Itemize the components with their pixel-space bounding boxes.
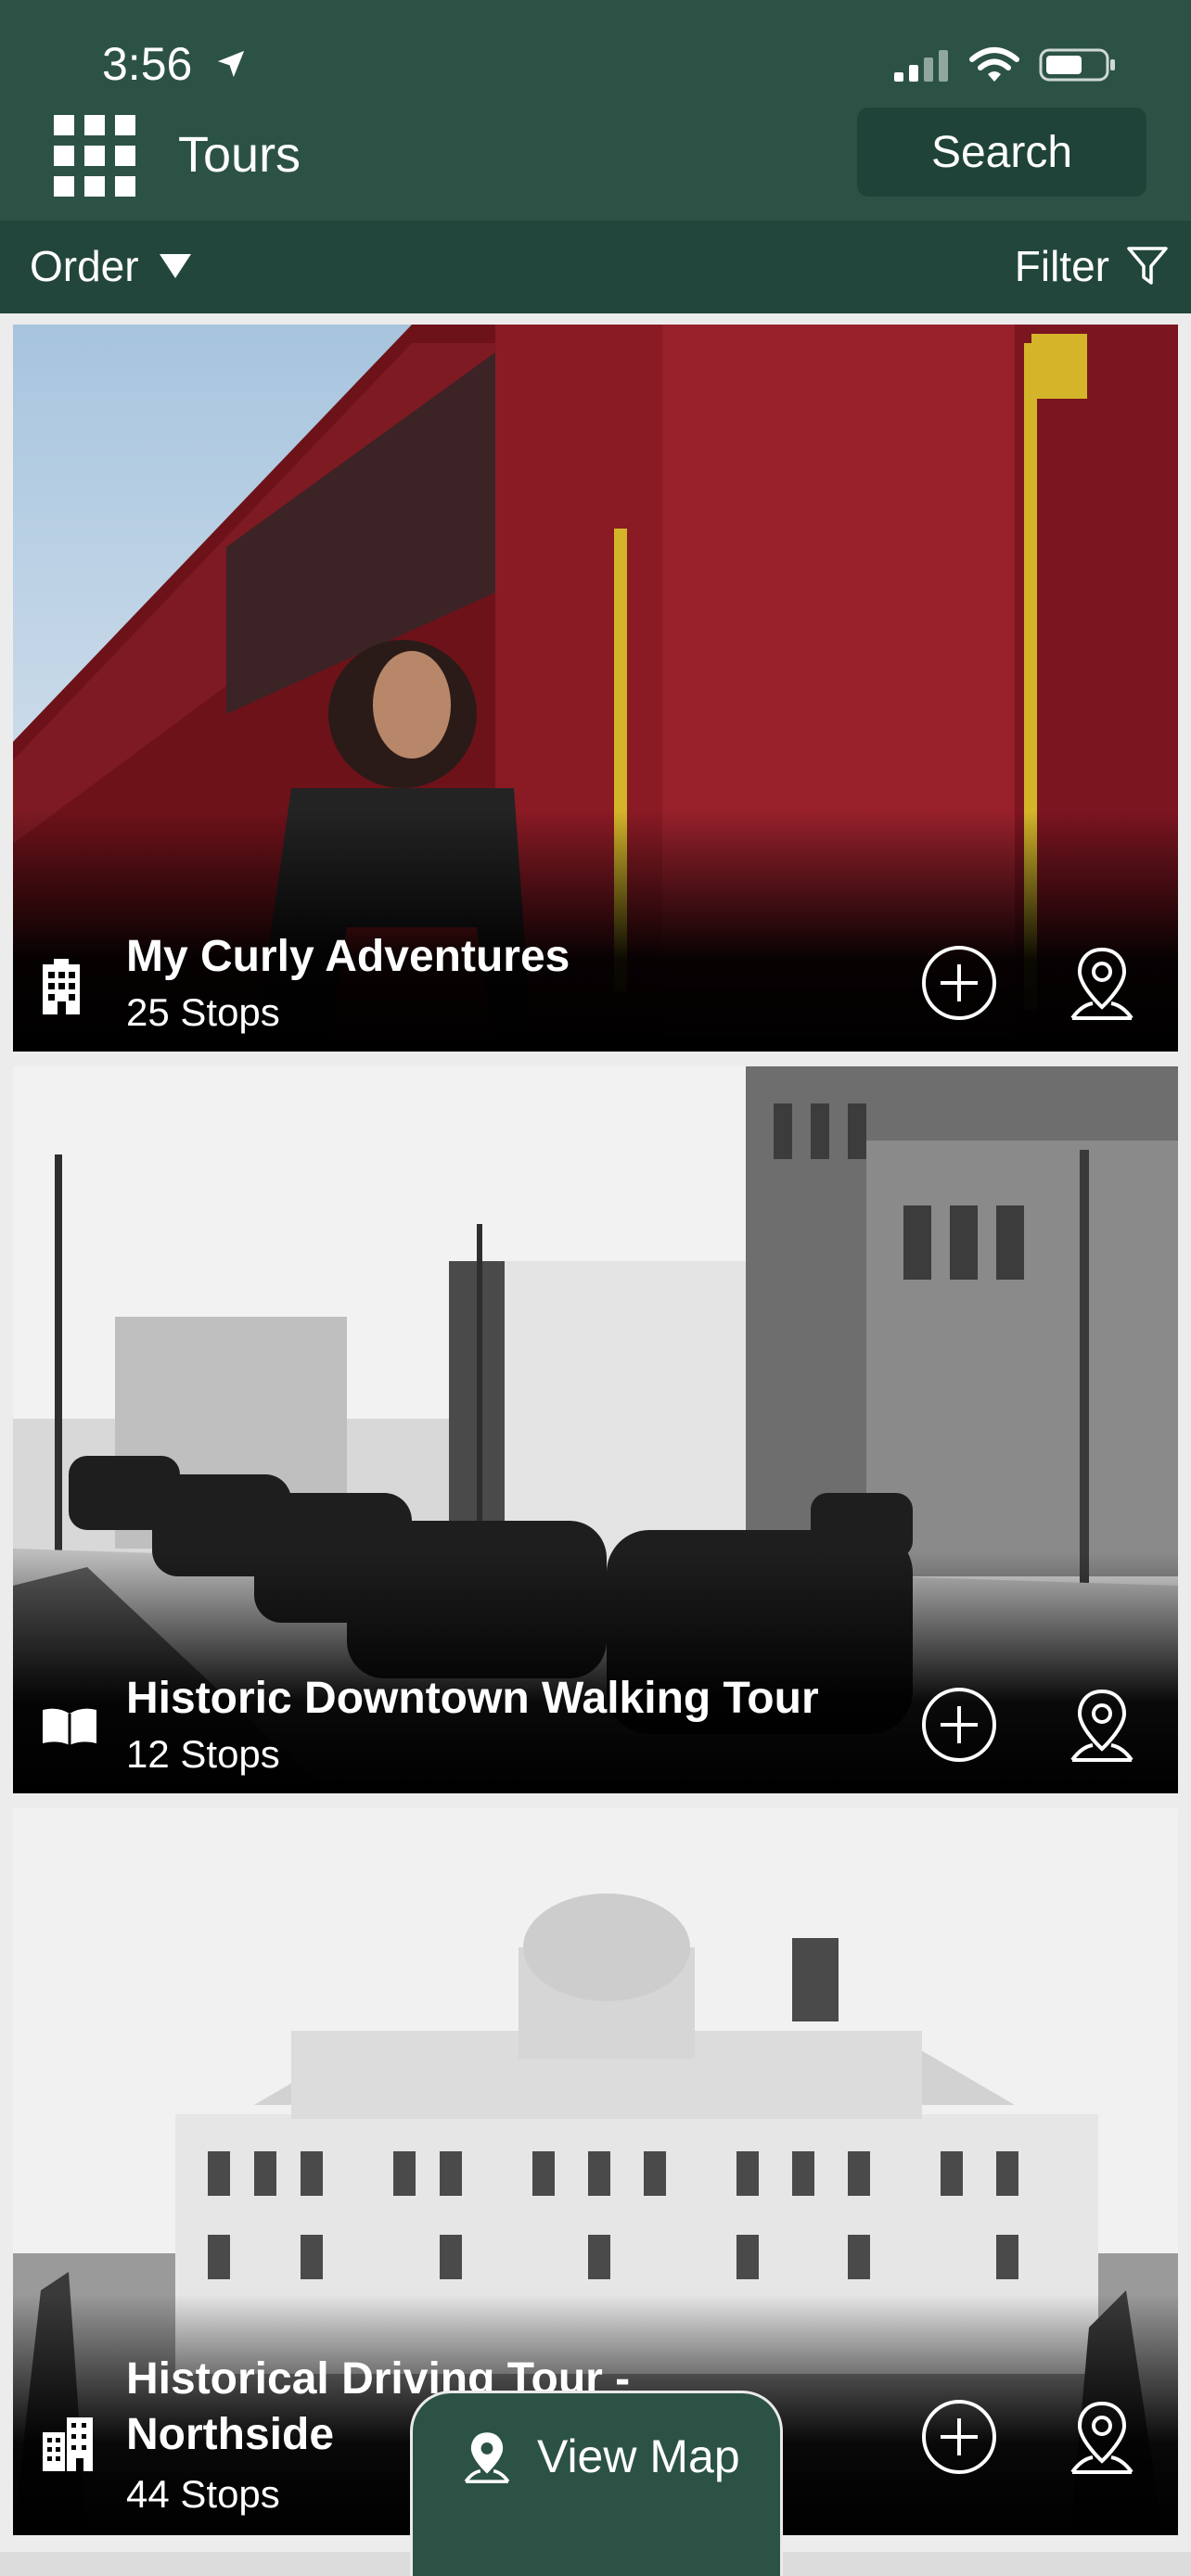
status-bar: 3:56 [0,0,1191,102]
grid-menu-icon[interactable] [54,115,135,197]
map-pin-icon[interactable] [1063,1686,1141,1764]
view-map-button[interactable]: View Map [410,2391,783,2576]
tour-card[interactable]: My Curly Adventures 25 Stops [13,325,1178,1052]
filter-label: Filter [1014,242,1109,290]
funnel-icon [1127,247,1168,285]
app-header: 3:56 Tours Search Order Filter [0,0,1191,313]
location-arrow-icon [217,50,245,78]
tour-name: Historic Downtown Walking Tour [126,1674,819,1723]
nav-row: Tours Search [0,104,1191,217]
sort-filter-bar: Order Filter [0,221,1191,313]
tour-stops: 44 Stops [126,2472,280,2516]
building-icon [43,959,80,1014]
tour-name: My Curly Adventures [126,932,570,981]
filter-button[interactable]: Filter [1015,241,1169,291]
battery-icon [1039,48,1115,82]
order-dropdown[interactable]: Order [30,241,191,291]
page-title: Tours [178,127,301,183]
cellular-signal-icon [894,50,948,82]
wifi-icon [969,47,1019,82]
status-time: 3:56 [102,38,193,90]
view-map-label: View Map [537,2430,740,2482]
tour-name-line2: Northside [126,2410,335,2459]
add-circle-icon[interactable] [920,1686,998,1764]
tour-card[interactable]: Historic Downtown Walking Tour 12 Stops [13,1066,1178,1793]
book-icon [43,1708,96,1745]
add-circle-icon[interactable] [920,2398,998,2476]
tour-stops: 12 Stops [126,1732,280,1776]
map-pin-icon[interactable] [1063,944,1141,1022]
status-icons [894,46,1117,83]
order-label: Order [30,242,139,290]
buildings-icon [43,2417,93,2471]
add-circle-icon[interactable] [920,944,998,1022]
tour-stops: 25 Stops [126,990,280,1034]
map-pin-icon [464,2432,510,2483]
caret-down-icon [159,254,191,278]
search-button[interactable]: Search [857,108,1146,197]
map-pin-icon[interactable] [1063,2398,1141,2476]
